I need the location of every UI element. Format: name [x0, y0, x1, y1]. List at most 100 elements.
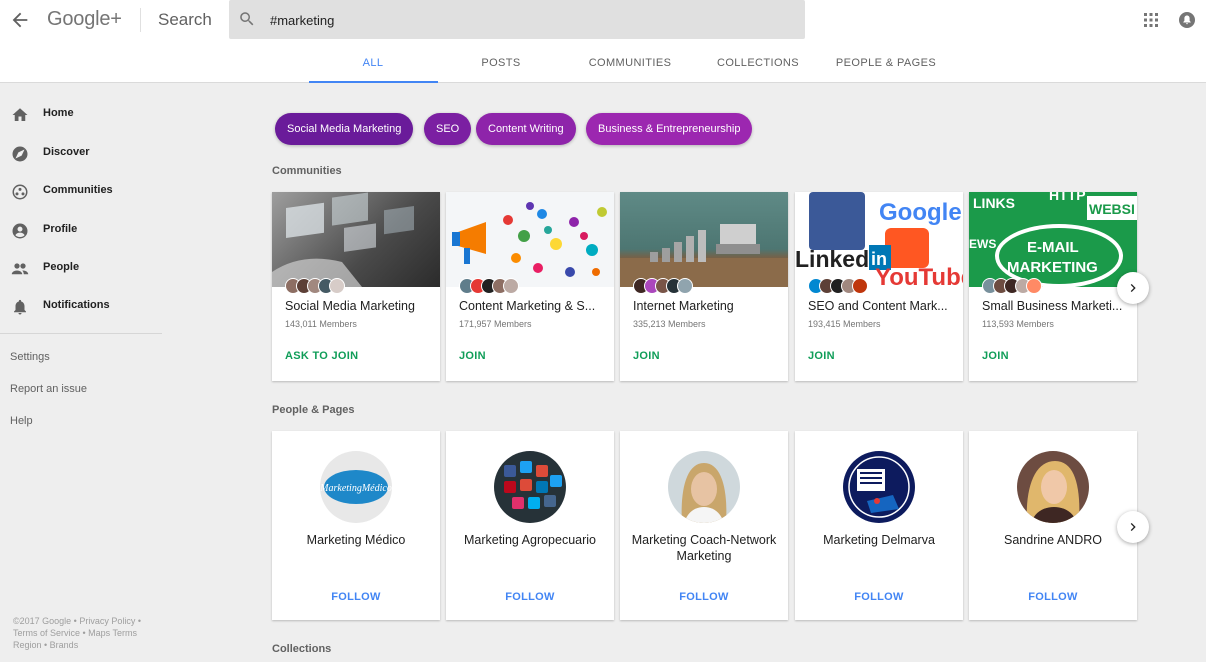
follow-button[interactable]: FOLLOW	[272, 591, 440, 603]
report-issue-link[interactable]: Report an issue	[10, 383, 87, 395]
sidebar-item-notifications[interactable]: Notifications	[0, 288, 162, 326]
tab-communities[interactable]: COMMUNITIES	[566, 57, 694, 69]
member-avatars	[633, 278, 693, 296]
community-name: Social Media Marketing	[285, 299, 415, 313]
join-button[interactable]: JOIN	[459, 350, 486, 362]
avatar	[668, 451, 740, 523]
people-next-button[interactable]	[1117, 511, 1149, 543]
member-count: 335,213 Members	[633, 319, 706, 329]
member-count: 193,415 Members	[808, 319, 881, 329]
tab-all[interactable]: ALL	[309, 57, 437, 69]
communities-next-button[interactable]	[1117, 272, 1149, 304]
person-name: Marketing Médico	[306, 533, 406, 547]
image-text-links: LINKS	[973, 195, 1015, 211]
tab-people-pages[interactable]: PEOPLE & PAGES	[822, 57, 950, 69]
back-arrow-icon[interactable]	[9, 9, 31, 31]
apps-grid-icon[interactable]	[1144, 13, 1158, 27]
community-card[interactable]: LINKS HTTP WEBSI EWS E-MAIL MARKETING Sm…	[969, 192, 1137, 381]
sidebar-item-profile[interactable]: Profile	[0, 212, 162, 250]
follow-button[interactable]: FOLLOW	[446, 591, 614, 603]
follow-button[interactable]: FOLLOW	[620, 591, 788, 603]
sidebar-item-label: Communities	[43, 184, 113, 196]
sidebar-item-home[interactable]: Home	[0, 96, 162, 134]
search-icon	[240, 12, 254, 26]
person-name: Marketing Coach-Network Marketing	[631, 533, 777, 563]
sidebar-item-label: People	[43, 261, 80, 273]
community-cover-image	[446, 192, 614, 287]
community-cover-image: Google Linked in YouTube	[795, 192, 963, 287]
community-card[interactable]: Google Linked in YouTube SEO and Content…	[795, 192, 963, 381]
person-card[interactable]: Marketing Coach-Network Marketing FOLLOW	[620, 431, 788, 620]
tab-posts[interactable]: POSTS	[437, 57, 565, 69]
member-avatars	[459, 278, 519, 296]
chip-business-entrepreneurship[interactable]: Business & Entrepreneurship	[586, 113, 753, 145]
compass-icon	[12, 146, 28, 162]
search-box[interactable]	[229, 0, 805, 39]
member-avatars	[285, 278, 345, 296]
logo-text-linked: Linked	[795, 246, 869, 272]
settings-link[interactable]: Settings	[10, 351, 50, 363]
person-card[interactable]: Marketing Delmarva FOLLOW	[795, 431, 963, 620]
divider	[140, 8, 141, 32]
community-name: Small Business Marketi...	[982, 299, 1123, 313]
image-text-websi: WEBSI	[1089, 201, 1135, 217]
follow-button[interactable]: FOLLOW	[969, 591, 1137, 603]
avatar	[1017, 451, 1089, 523]
sidebar-item-communities[interactable]: Communities	[0, 173, 162, 211]
people-icon	[11, 263, 29, 275]
image-text-ews: EWS	[969, 237, 996, 251]
ask-to-join-button[interactable]: ASK TO JOIN	[285, 350, 358, 362]
sidebar-divider	[0, 333, 162, 334]
chip-seo[interactable]: SEO	[424, 113, 472, 145]
join-button[interactable]: JOIN	[808, 350, 835, 362]
community-card[interactable]: Content Marketing & S... 171,957 Members…	[446, 192, 614, 381]
communities-icon	[12, 184, 28, 200]
join-button[interactable]: JOIN	[633, 350, 660, 362]
avatar: MarketingMédico	[320, 451, 392, 523]
join-button[interactable]: JOIN	[982, 350, 1009, 362]
image-text-http: HTTP	[1049, 192, 1086, 203]
community-card[interactable]: Internet Marketing 335,213 Members JOIN	[620, 192, 788, 381]
community-name: SEO and Content Mark...	[808, 299, 948, 313]
community-name: Internet Marketing	[633, 299, 734, 313]
tab-collections[interactable]: COLLECTIONS	[694, 57, 822, 69]
sidebar-item-label: Profile	[43, 223, 78, 235]
google-plus-logo[interactable]: Google+	[47, 8, 122, 31]
communities-section-title: Communities	[272, 165, 342, 177]
image-text-marketing: MARKETING	[1007, 259, 1098, 276]
top-bar: Google+ Search	[0, 0, 1206, 40]
member-count: 113,593 Members	[982, 319, 1054, 329]
chevron-right-icon	[1130, 523, 1136, 531]
person-name: Marketing Agropecuario	[463, 533, 597, 547]
chip-social-media-marketing[interactable]: Social Media Marketing	[275, 113, 414, 145]
active-tab-indicator	[309, 81, 438, 83]
avatar	[494, 451, 566, 523]
member-count: 171,957 Members	[459, 319, 532, 329]
bell-icon	[14, 299, 26, 315]
sidebar-item-label: Home	[43, 107, 74, 119]
follow-button[interactable]: FOLLOW	[795, 591, 963, 603]
sidebar-item-label: Discover	[43, 146, 90, 158]
community-cover-image	[620, 192, 788, 287]
logo-text-youtube: YouTube	[875, 264, 963, 287]
person-card[interactable]: Sandrine ANDRO FOLLOW	[969, 431, 1137, 620]
footer-links[interactable]: ©2017 Google • Privacy Policy • Terms of…	[13, 615, 158, 651]
person-card[interactable]: MarketingMédico Marketing Médico FOLLOW	[272, 431, 440, 620]
person-name: Marketing Delmarva	[823, 533, 935, 547]
community-cover-image: LINKS HTTP WEBSI EWS E-MAIL MARKETING	[969, 192, 1137, 287]
chip-content-writing[interactable]: Content Writing	[476, 113, 576, 145]
person-name: Sandrine ANDRO	[1004, 533, 1102, 547]
community-card[interactable]: Social Media Marketing 143,011 Members A…	[272, 192, 440, 381]
help-link[interactable]: Help	[10, 415, 33, 427]
sidebar-item-discover[interactable]: Discover	[0, 135, 162, 173]
avatar	[843, 451, 915, 523]
sidebar-item-people[interactable]: People	[0, 250, 162, 288]
chevron-right-icon	[1130, 284, 1136, 292]
notifications-bell-icon[interactable]	[1179, 12, 1195, 28]
member-count: 143,011 Members	[285, 319, 357, 329]
people-section-title: People & Pages	[272, 404, 355, 416]
search-input[interactable]	[270, 10, 790, 30]
sidebar-item-label: Notifications	[43, 299, 110, 311]
member-avatars	[808, 278, 868, 296]
person-card[interactable]: Marketing Agropecuario FOLLOW	[446, 431, 614, 620]
